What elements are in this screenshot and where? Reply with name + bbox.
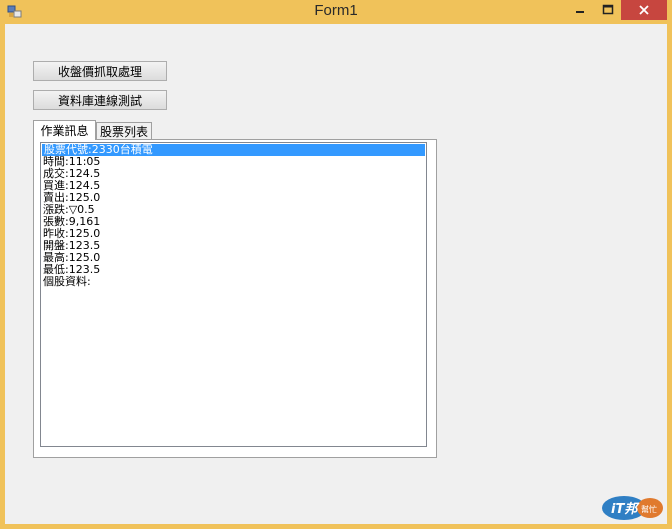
list-item[interactable]: 最低:123.5 [41, 264, 426, 276]
maximize-icon [602, 4, 614, 15]
app-window: Form1 收盤價抓取處理 資料庫連線測試 作業訊息 股票列表 股票代號:233… [0, 0, 672, 529]
message-listbox[interactable]: 股票代號:2330台積電 時間:11:05 成交:124.5 買進:124.5 … [40, 142, 427, 447]
tab-stock-list[interactable]: 股票列表 [96, 122, 152, 140]
list-item[interactable]: 個股資料: [41, 276, 426, 288]
list-item[interactable]: 賣出:125.0 [41, 192, 426, 204]
ithome-watermark-logo: iT邦 幫忙 [600, 492, 664, 522]
tab-page-operation-log: 股票代號:2330台積電 時間:11:05 成交:124.5 買進:124.5 … [33, 139, 437, 458]
svg-text:幫忙: 幫忙 [641, 504, 657, 514]
minimize-icon [576, 11, 584, 13]
close-button[interactable] [621, 0, 667, 20]
fetch-closing-price-button[interactable]: 收盤價抓取處理 [33, 61, 167, 81]
minimize-button[interactable] [566, 0, 594, 20]
maximize-button[interactable] [594, 0, 622, 20]
tab-operation-log[interactable]: 作業訊息 [33, 120, 96, 140]
close-icon [639, 5, 649, 15]
db-connection-test-button[interactable]: 資料庫連線測試 [33, 90, 167, 110]
svg-text:iT邦: iT邦 [611, 501, 640, 517]
form-client-area: 收盤價抓取處理 資料庫連線測試 作業訊息 股票列表 股票代號:2330台積電 時… [5, 24, 667, 524]
title-bar[interactable]: Form1 [0, 0, 672, 24]
